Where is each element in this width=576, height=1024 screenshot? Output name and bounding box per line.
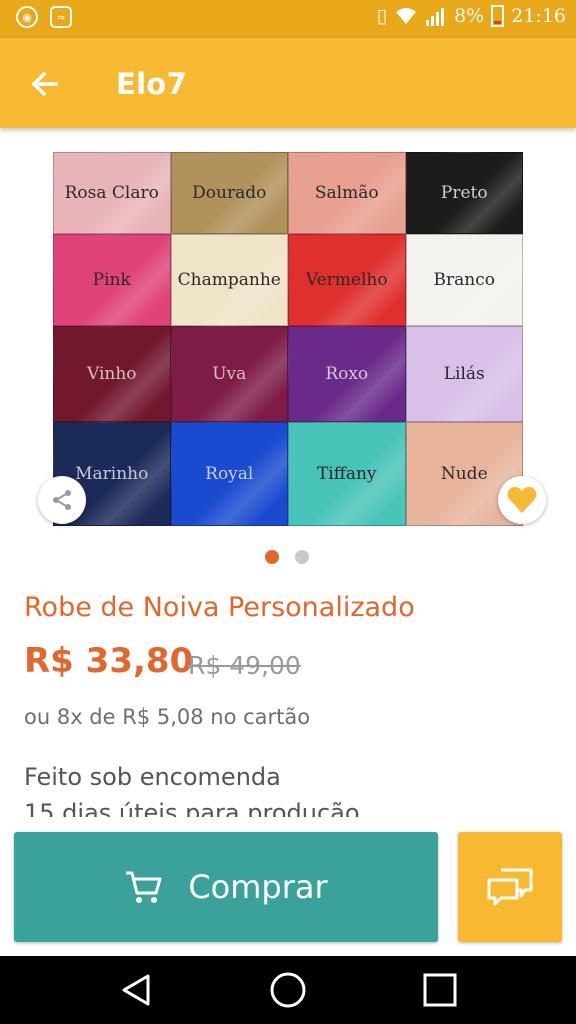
fabric-swatch: Uva [170, 326, 288, 422]
cart-icon [126, 871, 162, 903]
production-time-label: 15 dias úteis para produção [24, 799, 360, 817]
fabric-swatch: Preto [405, 152, 523, 234]
buy-button-label: Comprar [188, 868, 328, 906]
fabric-swatch: Vinho [53, 326, 171, 422]
triangle-back-icon [122, 974, 150, 1006]
clock: 21:16 [511, 5, 566, 27]
carousel-indicator [265, 550, 309, 564]
fabric-swatch: Vermelho [288, 234, 406, 326]
app-title: Elo7 [116, 67, 188, 101]
fabric-swatch: Branco [405, 234, 523, 326]
fabric-swatch: Royal [170, 422, 288, 526]
vibrate-icon: ▯ [376, 5, 388, 27]
fabric-swatch: Dourado [170, 152, 288, 234]
android-notification-icon: ◉ [16, 6, 38, 28]
buy-button[interactable]: Comprar [14, 832, 438, 942]
status-notifications: ◉ ≈ [16, 6, 72, 28]
system-navigation-bar [0, 956, 576, 1024]
wifi-icon [396, 8, 417, 24]
fabric-swatch: Champanhe [170, 234, 288, 326]
carousel-dot-1[interactable] [265, 550, 279, 564]
nav-recents-button[interactable] [420, 970, 460, 1010]
app-bar: Elo7 [0, 38, 576, 128]
status-bar: ◉ ≈ ▯ 8% 21:16 [0, 0, 576, 38]
fabric-swatch: Salmão [288, 152, 406, 234]
battery-percent: 8% [454, 5, 485, 27]
square-recents-icon [423, 973, 457, 1007]
back-button[interactable] [24, 62, 68, 106]
wifi-notification-icon: ≈ [50, 6, 72, 28]
made-to-order-label: Feito sob encomenda [24, 763, 281, 791]
product-title: Robe de Noiva Personalizado [24, 592, 415, 623]
circle-home-icon [270, 972, 306, 1008]
current-price: R$ 33,80 [24, 641, 194, 681]
share-icon [53, 490, 71, 510]
battery-icon [491, 5, 505, 27]
status-indicators: ▯ 8% 21:16 [377, 5, 566, 27]
original-price: R$ 49,00 [188, 651, 301, 680]
fabric-swatch: Roxo [288, 326, 406, 422]
installment-info: ou 8x de R$ 5,08 no cartão [24, 705, 311, 729]
fabric-swatch: Lilás [405, 326, 523, 422]
arrow-left-icon [31, 71, 58, 97]
chat-icon [487, 868, 533, 906]
carousel-dot-2[interactable] [295, 550, 309, 564]
nav-home-button[interactable] [268, 970, 308, 1010]
fabric-swatch: Rosa Claro [53, 152, 171, 234]
favorite-button[interactable] [498, 476, 546, 524]
fabric-swatch: Pink [53, 234, 171, 326]
signal-icon [426, 8, 445, 26]
share-button[interactable] [38, 476, 86, 524]
chat-button[interactable] [458, 832, 562, 942]
fabric-swatch: Tiffany [288, 422, 406, 526]
nav-back-button[interactable] [116, 970, 156, 1010]
heart-icon [507, 486, 537, 513]
product-image[interactable]: Rosa Claro Dourado Salmão Preto Pink Champanh… [53, 152, 523, 526]
